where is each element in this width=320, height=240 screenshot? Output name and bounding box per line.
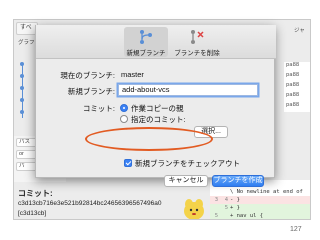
bg-tab-graph[interactable]: グラフ [18, 38, 35, 46]
radio-working-copy[interactable] [120, 104, 128, 112]
radio-specified-commit[interactable] [120, 115, 128, 123]
branch-pill-label: or [19, 151, 24, 157]
graph-node [20, 98, 24, 102]
branch-dialog: 新規ブランチ ブランチを削除 現在のブランチ: master 新規ブランチ: a… [35, 25, 276, 187]
graph-node [20, 62, 24, 66]
slide: すべ グラフ ジャ pa88 pa88 pa88 pa88 pa88 パス or… [0, 0, 320, 240]
graph-node [20, 74, 24, 78]
avatar [184, 199, 204, 219]
new-branch-icon [140, 30, 152, 44]
bg-tab-right: ジャ [294, 28, 305, 34]
tab-new-branch-label: 新規ブランチ [126, 50, 166, 57]
hash-cell: pa88 [286, 102, 300, 108]
commit-short-hash: [c3d13cb] [18, 210, 47, 217]
diff-line-added: 5 + nav ul { [210, 212, 310, 219]
checkout-checkbox-label: 新規ブランチをチェックアウト [135, 159, 240, 168]
diff-line: \ No newline at end of [230, 189, 303, 195]
create-branch-button[interactable]: ブランチを作成 [212, 175, 264, 187]
new-branch-input[interactable]: add-about-vcs [118, 84, 258, 96]
graph-node [20, 110, 24, 114]
tab-new-branch[interactable]: 新規ブランチ [124, 27, 168, 57]
current-branch-label: 現在のブランチ: [60, 71, 115, 80]
hash-cell: pa88 [286, 72, 300, 78]
highlight-annotation [85, 127, 213, 151]
radio-working-copy-label: 作業コピーの親 [131, 104, 184, 113]
tab-delete-branch[interactable]: ブランチを削除 [172, 27, 222, 57]
tab-delete-branch-label: ブランチを削除 [174, 50, 220, 57]
diff-line-removed: 34- } [210, 196, 310, 204]
radio-specified-commit-label: 指定のコミット: [131, 115, 186, 124]
cancel-button[interactable]: キャンセル [164, 175, 208, 187]
hash-column: pa88 pa88 pa88 pa88 pa88 [284, 62, 310, 112]
diff-line-added: 5 + } [210, 204, 310, 212]
commit-graph [16, 62, 28, 120]
file-pill-label: パ [19, 163, 25, 169]
graph-node [20, 86, 24, 90]
dialog-toolbar: 新規ブランチ ブランチを削除 [36, 25, 276, 59]
hash-cell: pa88 [286, 82, 300, 88]
hash-cell: pa88 [286, 92, 300, 98]
checkout-checkbox[interactable] [124, 159, 132, 167]
page-number: 127 [290, 226, 302, 233]
current-branch-value: master [121, 70, 144, 79]
delete-branch-icon [191, 30, 204, 44]
hash-cell: pa88 [286, 62, 300, 68]
commit-hash: c3d13cb716e3e521b92814bc24656396567496a0 [18, 200, 162, 207]
path-label: パス [19, 139, 31, 145]
commit-label: コミット: [82, 104, 115, 113]
commit-details-label: コミット: [18, 189, 53, 198]
new-branch-label: 新規ブランチ: [67, 87, 115, 96]
